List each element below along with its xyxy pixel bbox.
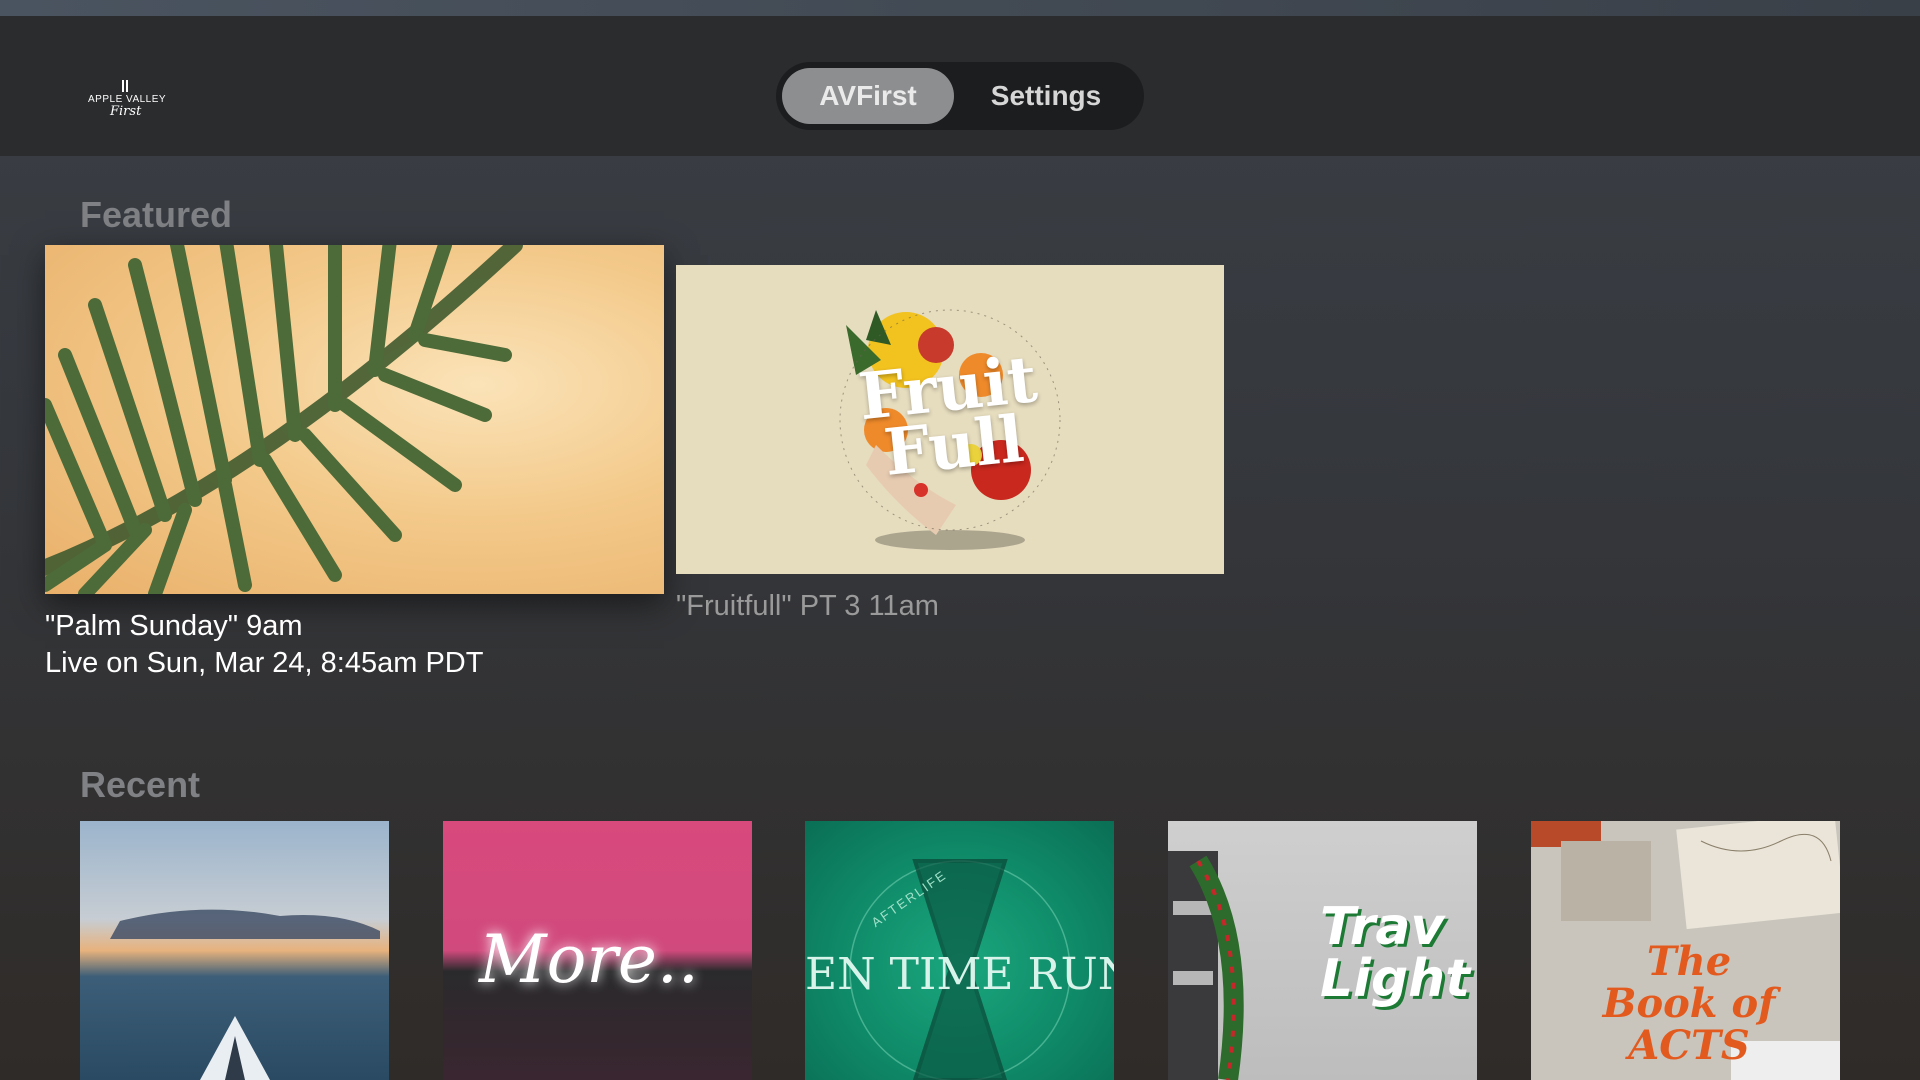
featured-caption-line2: Live on Sun, Mar 24, 8:45am PDT	[45, 647, 484, 679]
logo-line2: First	[110, 104, 142, 119]
recent-card-3[interactable]: AFTERLIFE EN TIME RUNS O	[805, 821, 1114, 1080]
more-art-text: More..	[479, 921, 699, 998]
time-runs-art-text: EN TIME RUNS O	[805, 949, 1114, 1000]
featured-card-fruitfull[interactable]: Fruit Full	[676, 265, 1224, 574]
tab-settings[interactable]: Settings	[956, 68, 1136, 124]
palm-leaf-artwork	[45, 245, 523, 594]
featured-caption-line1: "Palm Sunday" 9am	[45, 610, 303, 642]
recent-card-4[interactable]: Trav Light	[1168, 821, 1477, 1080]
book-of-acts-art-text: The Book of ACTS	[1602, 938, 1776, 1069]
top-edge-strip	[0, 0, 1920, 16]
tab-bar: AVFirst Settings	[776, 62, 1144, 130]
recent-card-1[interactable]	[80, 821, 389, 1080]
featured-card-palm-sunday[interactable]	[45, 245, 664, 594]
recent-card-2[interactable]: More..	[443, 821, 752, 1080]
tab-avfirst[interactable]: AVFirst	[782, 68, 954, 124]
kayak-lake-artwork	[110, 909, 380, 1080]
travel-light-art-text: Trav Light	[1320, 897, 1471, 1009]
apple-valley-first-logo: APPLE VALLEY First	[88, 80, 166, 124]
featured-caption-fruitfull: "Fruitfull" PT 3 11am	[676, 590, 939, 622]
church-spire-icon	[122, 80, 128, 92]
featured-heading: Featured	[80, 194, 233, 235]
top-nav-bar: APPLE VALLEY First AVFirst Settings	[0, 16, 1920, 156]
recent-heading: Recent	[80, 764, 201, 805]
recent-card-5[interactable]: The Book of ACTS	[1531, 821, 1840, 1080]
